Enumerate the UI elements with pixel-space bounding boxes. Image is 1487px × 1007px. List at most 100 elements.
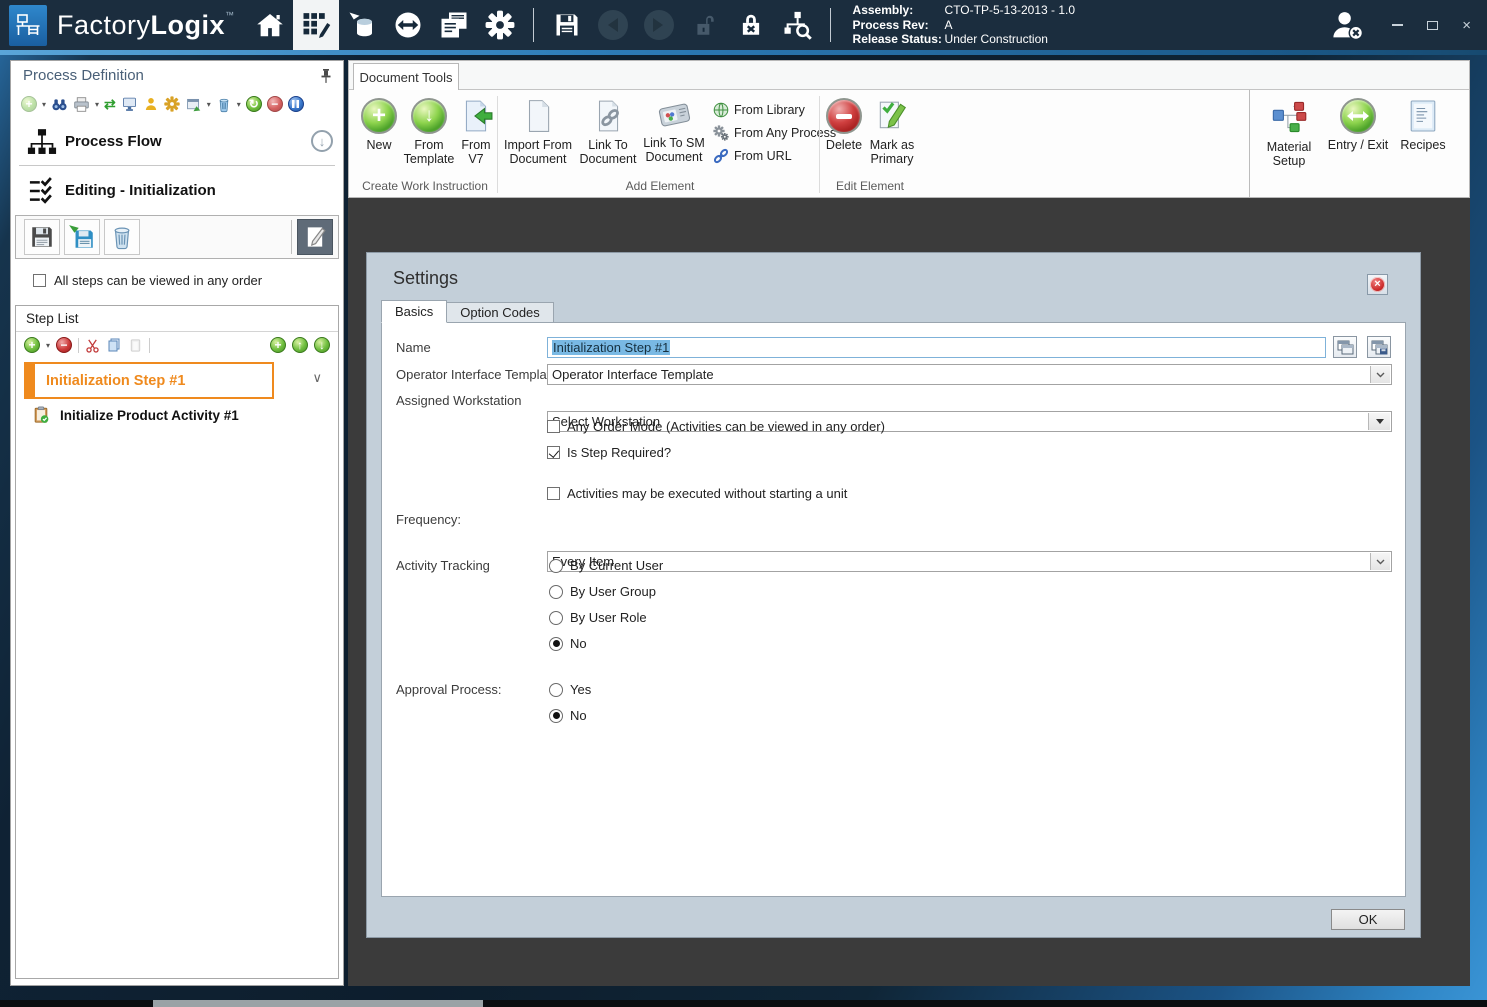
from-v7-button[interactable]: From V7	[457, 98, 495, 166]
mark-as-primary-button[interactable]: Mark as Primary	[867, 98, 917, 166]
process-definition-icon[interactable]	[293, 0, 339, 50]
any-order-checkbox-row[interactable]: All steps can be viewed in any order	[33, 273, 262, 288]
back-icon[interactable]	[590, 0, 636, 50]
add-icon[interactable]: +	[21, 96, 37, 112]
close-window-icon[interactable]: ×	[1462, 18, 1471, 33]
delete-element-button[interactable]: Delete	[823, 98, 865, 152]
collapse-icon[interactable]: ↓	[311, 130, 333, 152]
save-template-button[interactable]	[1367, 336, 1391, 358]
taskbar-edge	[0, 1000, 1487, 1007]
pause-icon[interactable]	[288, 96, 304, 112]
forward-icon[interactable]	[636, 0, 682, 50]
approval-yes-row[interactable]: Yes	[549, 682, 591, 697]
tracking-no-row[interactable]: No	[549, 636, 587, 651]
entry-exit-button[interactable]: Entry / Exit	[1325, 98, 1391, 152]
print-icon[interactable]	[73, 96, 90, 113]
is-step-required-row[interactable]: Is Step Required?	[547, 445, 671, 460]
tracking-no-radio[interactable]	[549, 637, 563, 651]
move-down-icon[interactable]: ↓	[314, 337, 330, 353]
minimize-icon[interactable]	[1392, 24, 1403, 26]
export-caret-icon[interactable]: ▾	[207, 100, 211, 109]
chevron-down-icon[interactable]	[1370, 366, 1390, 383]
from-url-button[interactable]: From URL	[713, 148, 792, 164]
from-library-button[interactable]: From Library	[713, 102, 805, 118]
import-from-document-button[interactable]: Import From Document	[501, 98, 575, 166]
paste-icon[interactable]	[128, 337, 143, 353]
move-up-icon[interactable]: ↑	[292, 337, 308, 353]
activity-item[interactable]: Initialize Product Activity #1	[32, 406, 239, 424]
new-button[interactable]: + New	[357, 98, 401, 152]
name-input[interactable]: Initialization Step #1	[547, 337, 1326, 358]
assembly-info: Assembly:CTO-TP-5-13-2013 - 1.0 Process …	[853, 3, 1076, 47]
tracking-by-user-group-row[interactable]: By User Group	[549, 584, 656, 599]
any-order-checkbox[interactable]	[33, 274, 46, 287]
refresh-icon[interactable]: ↻	[246, 96, 262, 112]
activities-without-unit-checkbox[interactable]	[547, 487, 560, 500]
delete-trash-icon[interactable]	[216, 96, 232, 113]
approval-yes-radio[interactable]	[549, 683, 563, 697]
operator-interface-template-combo[interactable]: Operator Interface Template	[547, 364, 1392, 385]
cut-icon[interactable]	[85, 338, 100, 353]
export-window-icon[interactable]	[185, 96, 202, 113]
operator-icon[interactable]	[143, 96, 159, 112]
link-to-sm-document-button[interactable]: Link To SM Document	[641, 98, 707, 164]
from-template-button[interactable]: ↓ From Template	[403, 98, 455, 166]
workstation-icon[interactable]	[121, 96, 138, 113]
process-search-icon[interactable]	[774, 0, 820, 50]
search-add-icon[interactable]: +	[270, 337, 286, 353]
pin-icon[interactable]	[319, 68, 333, 84]
ok-button[interactable]: OK	[1331, 909, 1405, 930]
optimize-icon[interactable]: ⇄	[104, 96, 116, 113]
lock-close-icon[interactable]	[728, 0, 774, 50]
tracking-by-current-user-row[interactable]: By Current User	[549, 558, 663, 573]
add-step-caret-icon[interactable]: ▾	[46, 341, 50, 350]
user-logout-icon[interactable]	[1330, 7, 1366, 43]
save-step-button[interactable]	[24, 219, 60, 255]
settings-gear-icon[interactable]	[477, 0, 523, 50]
tab-basics[interactable]: Basics	[381, 300, 447, 323]
activities-without-unit-row[interactable]: Activities may be executed without start…	[547, 486, 847, 501]
step-chevron-down-icon[interactable]: ∨	[312, 370, 322, 386]
dropdown-arrow-icon[interactable]	[1368, 413, 1390, 430]
tracking-by-user-role-row[interactable]: By User Role	[549, 610, 647, 625]
approval-no-radio[interactable]	[549, 709, 563, 723]
maximize-icon[interactable]	[1427, 21, 1438, 30]
link-to-document-button[interactable]: Link To Document	[577, 98, 639, 166]
add-step-icon[interactable]: +	[24, 337, 40, 353]
home-icon[interactable]	[247, 0, 293, 50]
tab-document-tools[interactable]: Document Tools	[353, 63, 459, 90]
discard-step-button[interactable]	[104, 219, 140, 255]
tracking-by-current-user-radio[interactable]	[549, 559, 563, 573]
frequency-combo[interactable]: Every Item	[547, 551, 1392, 572]
open-template-button[interactable]	[1333, 336, 1357, 358]
any-order-mode-checkbox[interactable]	[547, 420, 560, 433]
remove-step-icon[interactable]: −	[56, 337, 72, 353]
any-order-mode-row[interactable]: Any Order Mode (Activities can be viewed…	[547, 419, 885, 434]
is-step-required-checkbox[interactable]	[547, 446, 560, 459]
process-flow-row[interactable]: Process Flow ↓	[11, 123, 343, 163]
add-caret-icon[interactable]: ▾	[42, 100, 46, 109]
delete-caret-icon[interactable]: ▾	[237, 100, 241, 109]
save-icon[interactable]	[544, 0, 590, 50]
unlock-icon[interactable]	[682, 0, 728, 50]
gear-gold-icon[interactable]	[164, 96, 180, 112]
sync-icon[interactable]	[385, 0, 431, 50]
edit-mode-button[interactable]	[297, 219, 333, 255]
tab-option-codes[interactable]: Option Codes	[447, 302, 554, 323]
print-caret-icon[interactable]: ▾	[95, 100, 99, 109]
approval-no-row[interactable]: No	[549, 708, 587, 723]
recipes-button[interactable]: Recipes	[1397, 98, 1449, 152]
tracking-by-user-group-radio[interactable]	[549, 585, 563, 599]
dialog-close-button[interactable]: ×	[1367, 274, 1388, 295]
stop-icon[interactable]: −	[267, 96, 283, 112]
step-item-selected[interactable]: Initialization Step #1	[24, 362, 274, 399]
import-step-button[interactable]	[64, 219, 100, 255]
chevron-down-icon[interactable]	[1370, 553, 1390, 570]
from-any-process-button[interactable]: From Any Process	[713, 125, 836, 141]
reports-icon[interactable]	[431, 0, 477, 50]
copy-icon[interactable]	[106, 337, 122, 353]
find-icon[interactable]	[51, 96, 68, 113]
material-setup-button[interactable]: Material Setup	[1261, 98, 1317, 168]
tracking-by-user-role-radio[interactable]	[549, 611, 563, 625]
data-import-icon[interactable]	[339, 0, 385, 50]
